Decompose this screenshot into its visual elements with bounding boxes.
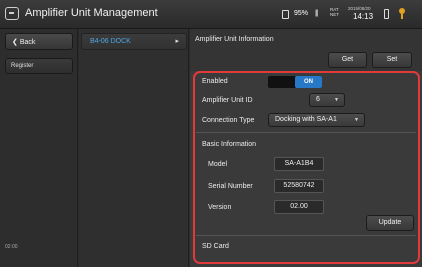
version-label: Version — [208, 204, 232, 211]
enabled-label: Enabled — [202, 78, 228, 85]
chevron-right-icon: ▸ — [175, 38, 179, 45]
serial-number-label: Serial Number — [208, 183, 253, 190]
serial-number-value: 52580742 — [274, 179, 324, 193]
caret-down-icon: ▼ — [354, 117, 359, 123]
divider — [196, 235, 416, 236]
window-icon — [5, 7, 19, 20]
basic-information-heading: Basic Information — [202, 141, 257, 148]
version-value: 02.00 — [274, 200, 324, 214]
set-button[interactable]: Set — [372, 52, 412, 68]
signal-icon: ||| — [315, 10, 319, 17]
sd-card-icon — [282, 10, 289, 19]
network-line-2: NET — [330, 12, 339, 17]
connection-type-label: Connection Type — [202, 117, 255, 124]
dock-label: B4-06 DOCK — [90, 38, 131, 45]
model-label: Model — [208, 161, 228, 168]
unit-id-value: 6 — [316, 96, 320, 103]
panel-title: Amplifier Unit Information — [195, 36, 274, 43]
footer-status: 02:00 — [5, 244, 18, 250]
status-bar: 95% ||| RAT NET 2015/08/20 14:13 — [275, 4, 417, 24]
status-time: 14:13 — [353, 12, 374, 21]
caret-down-icon: ▼ — [334, 97, 339, 103]
title-bar: Amplifier Unit Management 95% ||| RAT NE… — [0, 0, 422, 29]
register-button[interactable]: Register — [5, 58, 73, 74]
sd-card-heading: SD Card — [202, 243, 229, 250]
connection-type-select[interactable]: Docking with SA-A1 ▼ — [268, 113, 365, 127]
location-pin-icon — [399, 8, 405, 19]
dock-list-item[interactable]: B4-06 DOCK ▸ — [81, 33, 187, 50]
left-nav: ❮ Back Register 02:00 — [0, 29, 78, 267]
toggle-on-state: ON — [295, 76, 322, 88]
enabled-toggle[interactable]: ON — [268, 76, 322, 88]
update-button[interactable]: Update — [366, 215, 414, 231]
detail-panel: Amplifier Unit Information Get Set Enabl… — [190, 29, 422, 267]
network-indicator: RAT NET — [330, 7, 339, 17]
back-button[interactable]: ❮ Back — [5, 33, 73, 50]
status-date: 2015/08/20 — [348, 6, 371, 11]
app-title: Amplifier Unit Management — [25, 7, 158, 19]
back-label: Back — [19, 39, 36, 46]
connection-type-value: Docking with SA-A1 — [275, 116, 337, 123]
model-value: SA-A1B4 — [274, 157, 324, 171]
unit-id-label: Amplifier Unit ID — [202, 97, 253, 104]
get-button[interactable]: Get — [328, 52, 367, 68]
chevron-left-icon: ❮ — [12, 39, 18, 46]
battery-percent: 95% — [294, 10, 309, 17]
battery-icon — [384, 9, 389, 19]
dock-list: B4-06 DOCK ▸ — [79, 29, 189, 267]
divider — [196, 132, 416, 133]
unit-id-select[interactable]: 6 ▼ — [309, 93, 345, 107]
